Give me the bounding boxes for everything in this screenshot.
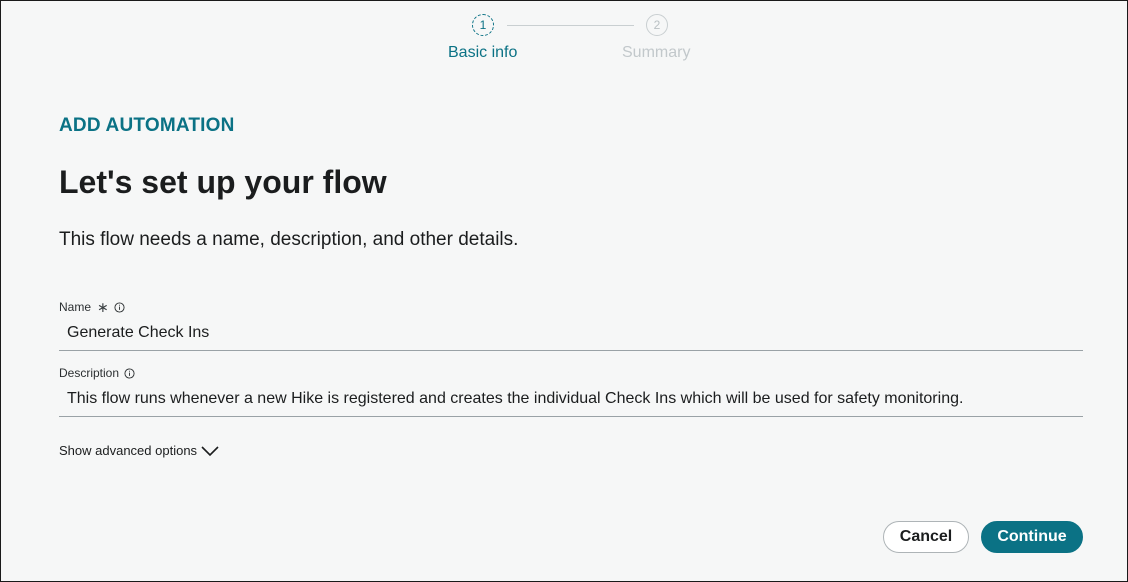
automation-dialog: 1 2 Basic info Summary ADD AUTOMATION Le… xyxy=(0,0,1128,582)
description-input[interactable]: This flow runs whenever a new Hike is re… xyxy=(59,384,1083,417)
step-1-indicator: 1 xyxy=(472,14,494,36)
name-input[interactable]: Generate Check Ins xyxy=(59,318,1083,351)
show-advanced-options-toggle[interactable]: Show advanced options xyxy=(59,443,220,458)
required-marker: ∗ xyxy=(97,299,109,315)
name-field-label: Name xyxy=(59,300,92,314)
eyebrow-heading: ADD AUTOMATION xyxy=(59,115,235,136)
info-icon[interactable] xyxy=(114,301,125,313)
page-title: Let's set up your flow xyxy=(59,164,387,200)
name-field: Name ∗ Generate Check Ins xyxy=(59,299,1083,351)
step-connector xyxy=(507,25,634,26)
description-field-label: Description xyxy=(59,366,120,380)
continue-button[interactable]: Continue xyxy=(981,521,1083,553)
info-icon[interactable] xyxy=(124,367,135,379)
description-field: Description This flow runs whenever a ne… xyxy=(59,365,1083,417)
step-2-indicator: 2 xyxy=(646,14,668,36)
advanced-options-label: Show advanced options xyxy=(59,443,198,458)
stepper: 1 2 Basic info Summary xyxy=(1,1,1128,71)
chevron-down-icon xyxy=(201,445,219,456)
step-1-label: Basic info xyxy=(448,44,518,61)
cancel-button[interactable]: Cancel xyxy=(883,521,969,553)
step-2-label: Summary xyxy=(622,44,691,61)
description-field-label-row: Description xyxy=(59,365,1083,381)
page-subtitle: This flow needs a name, description, and… xyxy=(59,229,519,250)
name-field-label-row: Name ∗ xyxy=(59,299,1083,315)
